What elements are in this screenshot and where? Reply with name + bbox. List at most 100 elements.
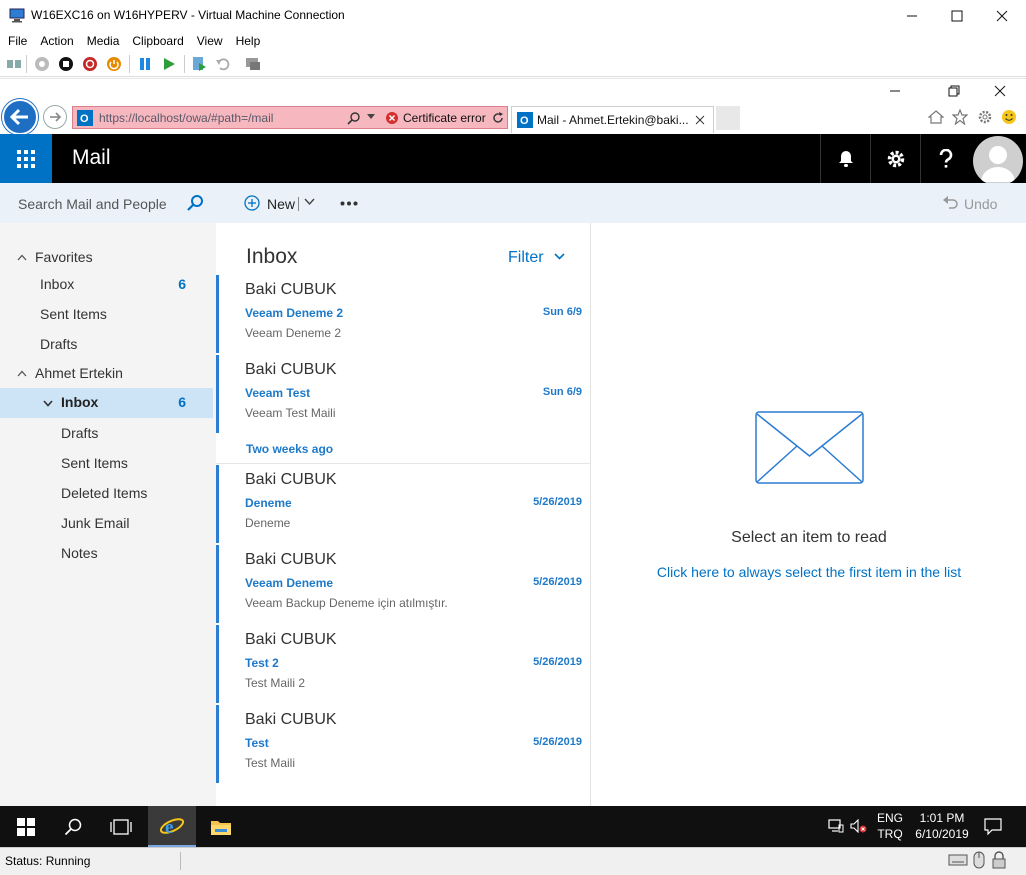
new-plus-icon[interactable]: [244, 195, 260, 211]
menu-help[interactable]: Help: [236, 34, 261, 48]
certificate-error-label[interactable]: Certificate error: [403, 111, 486, 125]
vm-menu-bar: File Action Media Clipboard View Help: [0, 31, 1026, 51]
favorite-drafts[interactable]: Drafts: [0, 330, 213, 360]
account-label[interactable]: Ahmet Ertekin: [35, 365, 123, 381]
volume-muted-icon[interactable]: [850, 819, 868, 833]
system-clock[interactable]: 1:01 PM 6/10/2019: [912, 810, 972, 842]
folder-sent-items[interactable]: Sent Items: [0, 449, 213, 479]
clock-date: 6/10/2019: [915, 827, 969, 841]
list-item[interactable]: Baki CUBUK Veeam Deneme 2 Sun 6/9 Veeam …: [216, 275, 591, 353]
start-icon[interactable]: [34, 56, 50, 72]
close-button[interactable]: [979, 0, 1025, 31]
folder-label[interactable]: Inbox: [40, 276, 74, 292]
menu-media[interactable]: Media: [87, 34, 120, 48]
folder-label[interactable]: Drafts: [40, 336, 77, 352]
list-item[interactable]: Baki CUBUK Deneme 5/26/2019 Deneme: [216, 465, 591, 543]
ctrl-alt-del-icon[interactable]: [6, 56, 22, 72]
search-icon[interactable]: [186, 194, 204, 212]
avatar[interactable]: [973, 136, 1023, 186]
taskbar-search-button[interactable]: [49, 806, 97, 847]
folder-label[interactable]: Inbox: [61, 394, 98, 410]
home-icon[interactable]: [928, 109, 944, 125]
favorite-inbox[interactable]: Inbox 6: [0, 270, 213, 300]
favorites-header[interactable]: Favorites: [0, 243, 213, 273]
folder-label[interactable]: Deleted Items: [61, 485, 147, 501]
address-bar[interactable]: O https://localhost/owa/#path=/mail Cert…: [72, 106, 508, 129]
folder-deleted-items[interactable]: Deleted Items: [0, 479, 213, 509]
list-item[interactable]: Baki CUBUK Test 5/26/2019 Test Maili: [216, 705, 591, 783]
list-item[interactable]: Baki CUBUK Test 2 5/26/2019 Test Maili 2: [216, 625, 591, 703]
start-button[interactable]: [2, 806, 50, 847]
new-button[interactable]: New: [267, 196, 295, 212]
file-explorer-taskbar-button[interactable]: [197, 806, 245, 847]
favorites-label[interactable]: Favorites: [35, 249, 93, 265]
browser-tab[interactable]: O Mail - Ahmet.Ertekin@baki...: [511, 106, 714, 133]
app-launcher-button[interactable]: [0, 134, 52, 183]
notifications-button[interactable]: [820, 134, 870, 183]
folder-label[interactable]: Sent Items: [61, 455, 128, 471]
folder-notes[interactable]: Notes: [0, 539, 213, 569]
settings-button[interactable]: [870, 134, 920, 183]
folder-label[interactable]: Junk Email: [61, 515, 129, 531]
help-button[interactable]: [920, 134, 970, 183]
message-subject: Test: [245, 736, 269, 750]
folder-junk-email[interactable]: Junk Email: [0, 509, 213, 539]
folder-label[interactable]: Sent Items: [40, 306, 107, 322]
menu-action[interactable]: Action: [40, 34, 73, 48]
refresh-icon[interactable]: [491, 111, 505, 125]
dropdown-arrow-icon[interactable]: [367, 114, 375, 120]
folder-label[interactable]: Drafts: [61, 425, 98, 441]
list-item[interactable]: Baki CUBUK Veeam Deneme 5/26/2019 Veeam …: [216, 545, 591, 623]
menu-clipboard[interactable]: Clipboard: [132, 34, 183, 48]
menu-view[interactable]: View: [197, 34, 223, 48]
shutdown-icon[interactable]: [82, 56, 98, 72]
forward-button[interactable]: [43, 105, 67, 129]
action-center-icon[interactable]: [984, 818, 1002, 835]
filter-label[interactable]: Filter: [508, 249, 544, 266]
search-icon[interactable]: [347, 111, 361, 125]
group-divider: [216, 463, 591, 464]
folder-label[interactable]: Notes: [61, 545, 98, 561]
enhanced-session-icon[interactable]: [245, 56, 261, 72]
minimize-button[interactable]: [889, 0, 935, 31]
browser-minimize-button[interactable]: [889, 85, 901, 97]
save-state-icon[interactable]: [106, 56, 122, 72]
message-preview: Test Maili 2: [245, 676, 306, 690]
select-first-item-link[interactable]: Click here to always select the first it…: [592, 564, 1026, 580]
pause-icon[interactable]: [137, 56, 153, 72]
chevron-up-icon: [17, 254, 27, 261]
resume-icon[interactable]: [161, 56, 177, 72]
revert-icon[interactable]: [215, 56, 231, 72]
undo-icon[interactable]: [943, 196, 958, 210]
input-language[interactable]: ENG TRQ: [877, 810, 903, 842]
certificate-error-icon[interactable]: [385, 111, 399, 125]
browser-restore-button[interactable]: [948, 85, 960, 97]
network-icon[interactable]: [828, 819, 844, 833]
account-header[interactable]: Ahmet Ertekin: [0, 359, 213, 389]
new-dropdown-icon[interactable]: [304, 198, 315, 206]
list-item[interactable]: Baki CUBUK Veeam Test Sun 6/9 Veeam Test…: [216, 355, 591, 433]
back-button[interactable]: [2, 99, 38, 135]
search-box[interactable]: Search Mail and People: [0, 183, 216, 223]
turn-off-icon[interactable]: [58, 56, 74, 72]
feedback-smiley-icon[interactable]: [1001, 109, 1017, 125]
tab-close-icon[interactable]: [695, 115, 705, 125]
favorites-star-icon[interactable]: [952, 109, 968, 125]
browser-close-button[interactable]: [994, 85, 1006, 97]
favorite-sent-items[interactable]: Sent Items: [0, 300, 213, 330]
checkpoint-icon[interactable]: [191, 56, 207, 72]
search-placeholder[interactable]: Search Mail and People: [18, 196, 167, 212]
more-actions-icon[interactable]: [340, 201, 358, 206]
filter-button[interactable]: Filter: [508, 249, 565, 267]
message-preview: Test Maili: [245, 756, 296, 770]
folder-inbox[interactable]: Inbox 6: [0, 388, 213, 418]
task-view-button[interactable]: [97, 806, 145, 847]
address-url[interactable]: https://localhost/owa/#path=/mail: [99, 111, 273, 125]
folder-drafts[interactable]: Drafts: [0, 419, 213, 449]
menu-file[interactable]: File: [8, 34, 27, 48]
undo-button[interactable]: Undo: [964, 196, 997, 212]
internet-explorer-taskbar-button[interactable]: e: [148, 806, 196, 847]
maximize-button[interactable]: [934, 0, 980, 31]
new-tab-button[interactable]: [716, 106, 740, 130]
tools-gear-icon[interactable]: [977, 109, 993, 125]
